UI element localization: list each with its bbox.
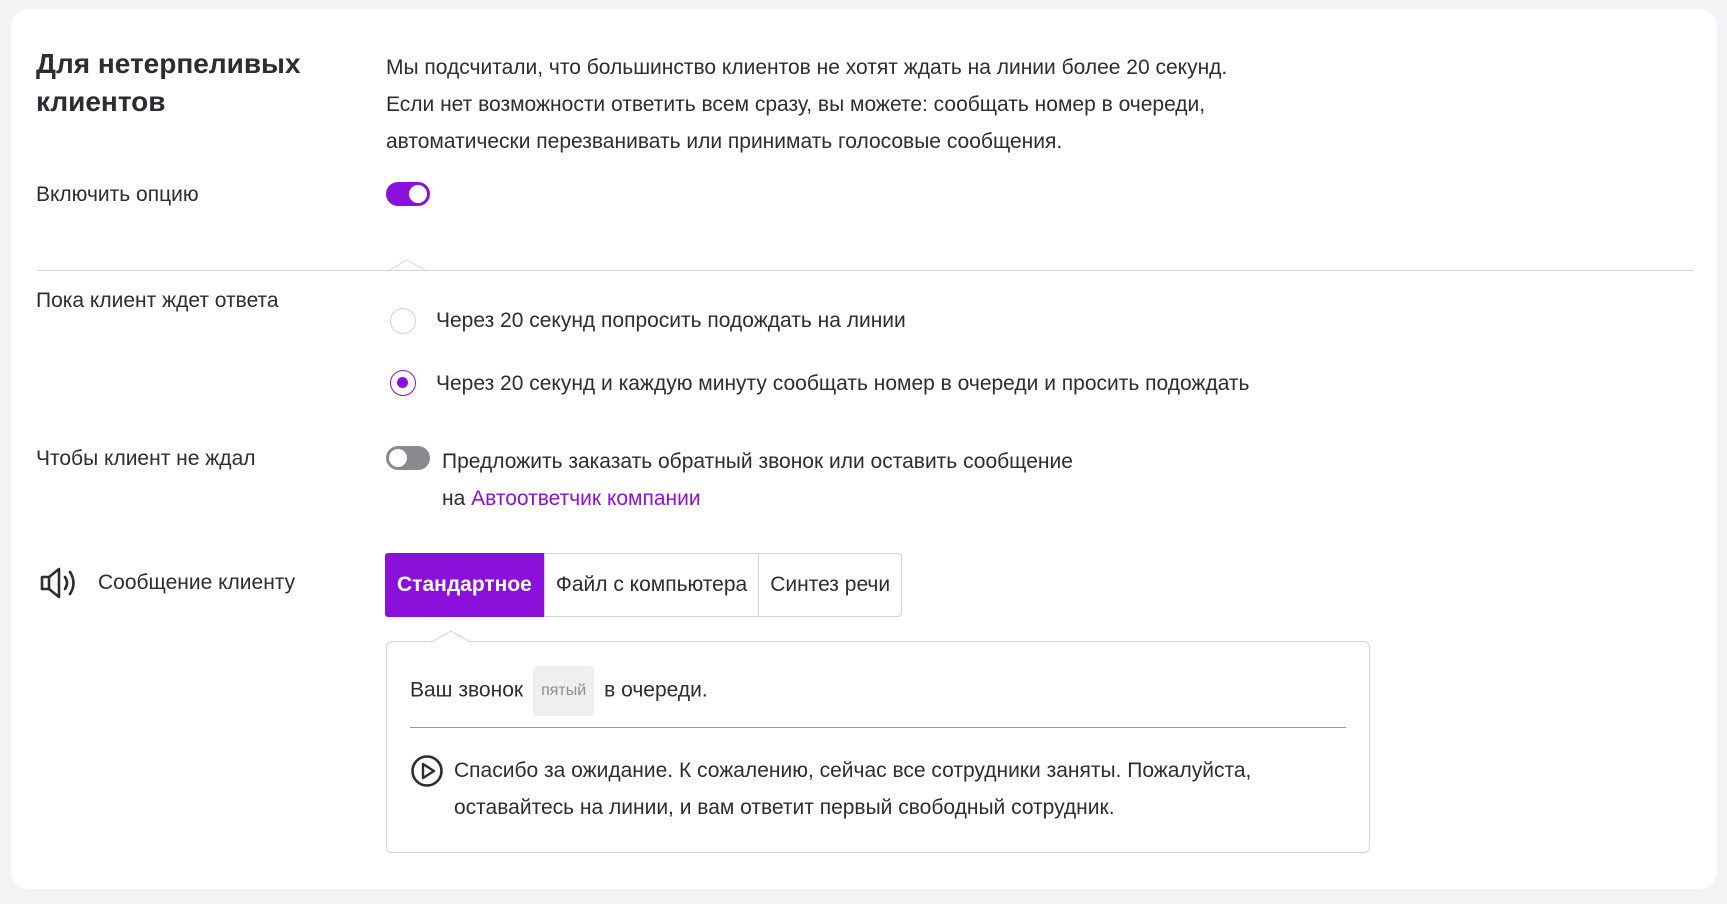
- description-line: автоматически перезванивать или принимат…: [386, 130, 1063, 153]
- play-circle-icon[interactable]: [410, 754, 444, 788]
- callback-text: Предложить заказать обратный звонок или …: [442, 450, 1073, 473]
- tab-file-from-computer[interactable]: Файл с компьютера: [543, 554, 758, 616]
- message-source-tabs: Стандартное Файл с компьютера Синтез реч…: [385, 553, 903, 617]
- section-divider: [37, 270, 1694, 271]
- enable-option-label: Включить опцию: [36, 183, 199, 206]
- radio-ask-wait[interactable]: [390, 308, 416, 334]
- message-line: Спасибо за ожидание. К сожалению, сейчас…: [454, 759, 1252, 782]
- panel-divider: [410, 727, 1346, 728]
- queue-text-after: в очереди.: [604, 678, 708, 702]
- tab-standard[interactable]: Стандартное: [385, 553, 544, 617]
- standard-message-text: Спасибо за ожидание. К сожалению, сейчас…: [454, 752, 1354, 826]
- while-waiting-label: Пока клиент ждет ответа: [36, 289, 279, 312]
- section-title: Для нетерпеливых клиентов: [36, 48, 301, 117]
- queue-message: Ваш звонок пятый в очереди.: [410, 666, 708, 716]
- settings-card: Для нетерпеливых клиентов Мы подсчитали,…: [11, 9, 1717, 889]
- description-line: Мы подсчитали, что большинство клиентов …: [386, 56, 1228, 79]
- callback-text-line2: на Автоответчик компании: [442, 480, 1242, 517]
- autoresponder-link[interactable]: Автоответчик компании: [471, 487, 700, 510]
- tab-speech-synthesis[interactable]: Синтез речи: [758, 554, 901, 616]
- toggle-knob: [389, 449, 407, 467]
- callback-toggle[interactable]: [386, 446, 430, 470]
- queue-text-before: Ваш звонок: [410, 678, 524, 702]
- message-line: оставайтесь на линии, и вам ответит перв…: [454, 796, 1115, 819]
- client-message-label: Сообщение клиенту: [98, 571, 296, 594]
- radio-queue-position[interactable]: [390, 370, 416, 396]
- callback-text-prefix: на: [442, 487, 466, 510]
- queue-position-badge: пятый: [533, 666, 595, 716]
- section-description: Мы подсчитали, что большинство клиентов …: [386, 49, 1326, 160]
- radio-queue-position-label[interactable]: Через 20 секунд и каждую минуту сообщать…: [436, 369, 1250, 399]
- enable-option-toggle[interactable]: [386, 182, 430, 206]
- description-line: Если нет возможности ответить всем сразу…: [386, 93, 1206, 116]
- panel-caret-icon: [431, 630, 471, 643]
- callback-description: Предложить заказать обратный звонок или …: [442, 443, 1242, 517]
- speaker-icon: [40, 567, 75, 599]
- radio-ask-wait-label[interactable]: Через 20 секунд попросить подождать на л…: [436, 306, 906, 336]
- no-wait-label: Чтобы клиент не ждал: [36, 447, 256, 470]
- toggle-knob: [409, 185, 427, 203]
- message-panel: Ваш звонок пятый в очереди. Спасибо за ожи…: [386, 641, 1370, 853]
